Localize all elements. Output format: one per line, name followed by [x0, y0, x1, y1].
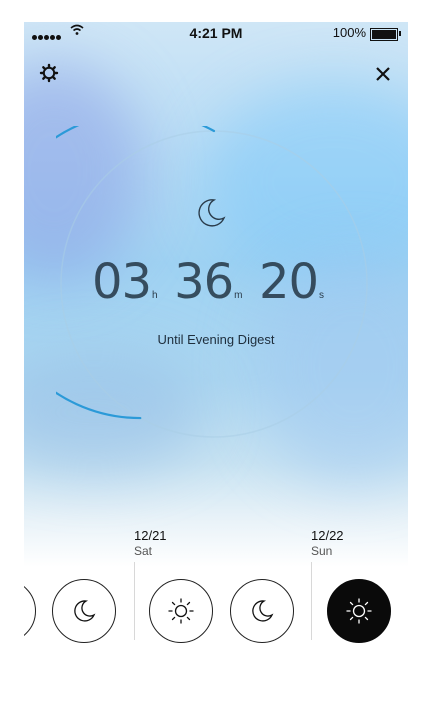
moon-icon — [74, 600, 96, 622]
date-label: 12/22 — [311, 528, 344, 543]
countdown-display: 03h 36m 20s — [54, 254, 374, 310]
hours-unit: h — [152, 290, 158, 301]
minutes-unit: m — [234, 290, 243, 301]
countdown-caption: Until Evening Digest — [157, 332, 275, 347]
battery-icon — [370, 28, 401, 41]
day-divider — [134, 562, 135, 640]
app-screen: 4:21 PM 100% 03h 36m 20s Until Evening D… — [24, 22, 408, 712]
seconds-unit: s — [319, 290, 325, 301]
countdown-seconds: 20 — [258, 254, 319, 310]
day-label: Sat — [134, 544, 153, 558]
countdown-minutes: 36 — [174, 254, 234, 310]
gear-icon — [39, 63, 59, 83]
settings-button[interactable] — [38, 62, 60, 84]
moon-icon — [252, 600, 274, 622]
sun-icon — [346, 598, 372, 624]
digest-button-sun[interactable] — [149, 579, 213, 643]
sun-icon — [168, 598, 194, 624]
moon-icon — [198, 199, 226, 227]
close-icon — [376, 67, 390, 81]
digest-button-moon[interactable] — [230, 579, 294, 643]
digest-button-moon[interactable] — [24, 579, 36, 643]
date-label: 12/21 — [134, 528, 167, 543]
day-label: Sun — [311, 544, 333, 558]
battery-percentage: 100% — [332, 25, 366, 40]
day-divider — [311, 562, 312, 640]
close-button[interactable] — [372, 62, 394, 84]
digest-button-moon[interactable] — [52, 579, 116, 643]
digest-button-sun-active[interactable] — [327, 579, 391, 643]
countdown-hours: 03 — [91, 254, 152, 310]
status-bar: 4:21 PM 100% — [24, 22, 408, 44]
